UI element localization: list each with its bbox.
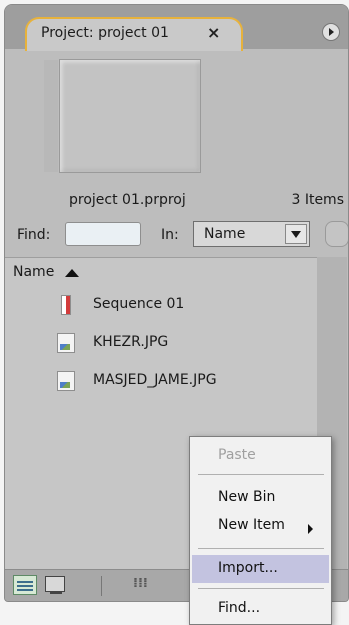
in-select[interactable]: Name <box>193 221 310 247</box>
list-item-label: KHEZR.JPG <box>93 334 169 350</box>
preview-thumbnail <box>44 59 201 173</box>
menu-item-paste: Paste <box>218 447 256 463</box>
chevron-down-icon[interactable] <box>285 224 307 244</box>
context-menu: Paste New Bin New Item Import... Find... <box>189 436 332 625</box>
menu-separator <box>198 548 324 549</box>
column-header-name[interactable]: Name <box>13 264 54 280</box>
panel-side-button[interactable] <box>325 221 348 247</box>
project-file-name: project 01.prproj <box>69 192 186 208</box>
item-count: 3 Items <box>291 192 344 208</box>
menu-item-new-item[interactable]: New Item <box>218 517 285 533</box>
image-file-icon <box>57 371 75 391</box>
list-item-label: MASJED_JAME.JPG <box>93 372 217 388</box>
tab-bar: Project: project 01 × <box>5 5 348 51</box>
in-label: In: <box>161 227 179 243</box>
image-file-icon <box>57 333 75 353</box>
menu-item-find[interactable]: Find... <box>218 600 260 616</box>
find-input[interactable] <box>65 222 141 246</box>
tab-title: Project: project 01 <box>41 25 169 41</box>
submenu-arrow-icon <box>308 524 313 534</box>
find-label: Find: <box>17 227 51 243</box>
panel-menu-icon[interactable] <box>322 23 340 41</box>
list-view-icon[interactable] <box>13 575 37 595</box>
menu-item-new-bin[interactable]: New Bin <box>218 489 275 505</box>
list-item-label: Sequence 01 <box>93 296 185 312</box>
tab-project[interactable]: Project: project 01 × <box>25 17 243 51</box>
icon-view-icon[interactable] <box>45 576 65 594</box>
close-icon[interactable]: × <box>207 23 220 42</box>
in-select-value: Name <box>204 226 246 242</box>
menu-item-import[interactable]: Import... <box>218 560 278 576</box>
menu-separator <box>198 474 324 475</box>
sort-ascending-icon[interactable] <box>65 269 79 277</box>
sequence-icon <box>61 295 71 315</box>
toolbar-divider <box>101 576 102 596</box>
menu-separator <box>198 588 324 589</box>
automate-to-sequence-icon[interactable]: ⁞⁞⁞ <box>133 576 163 594</box>
